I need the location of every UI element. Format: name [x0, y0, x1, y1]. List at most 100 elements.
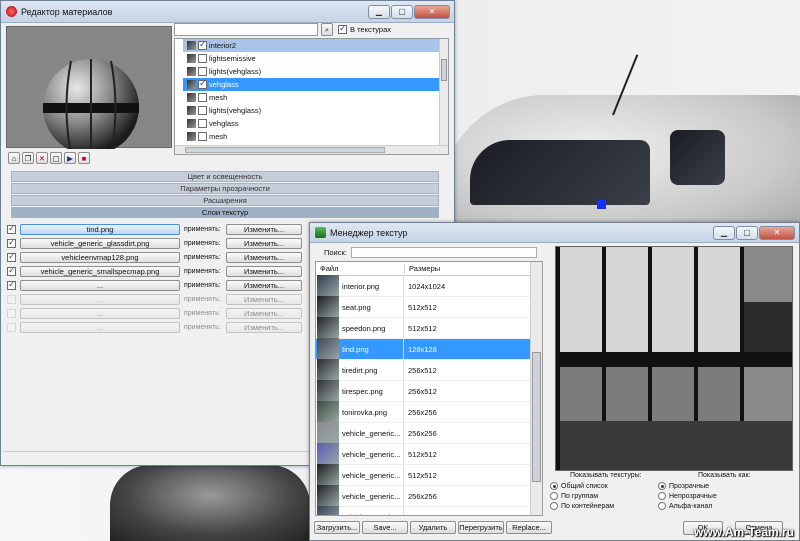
maximize-button[interactable]: ▢ — [391, 4, 413, 19]
texture-file-row[interactable]: interior.png 1024x1024 — [316, 275, 542, 297]
texture-file-row[interactable]: tind.png 128x128 — [316, 338, 542, 360]
option-transparent[interactable]: Прозрачные — [658, 481, 788, 491]
col-size-header[interactable]: Размеры — [404, 264, 456, 273]
layer-change-button[interactable]: Изменить... — [226, 251, 302, 263]
tree-item[interactable]: vehglass — [183, 78, 448, 91]
tree-item[interactable]: lights(vehglass) — [183, 65, 448, 78]
texture-file-row[interactable]: speedon.png 512x512 — [316, 317, 542, 339]
layer-texture-button[interactable]: vehicle_generic_glassdirt.png — [20, 237, 180, 249]
window-icon[interactable]: ▢ — [50, 152, 62, 164]
layer-texture-button[interactable]: ... — [20, 307, 180, 319]
radio-opaque[interactable] — [658, 492, 666, 500]
tree-item-checkbox[interactable] — [198, 93, 207, 102]
option-alpha[interactable]: Альфа-канал — [658, 501, 788, 511]
texture-file-list[interactable]: Файл Размеры interior.png 1024x1024 seat.p… — [315, 261, 543, 516]
home-icon[interactable]: ⌂ — [8, 152, 20, 164]
col-file-header[interactable]: Файл — [316, 264, 404, 273]
option-all-list[interactable]: Общий список — [550, 481, 675, 491]
texture-file-row[interactable]: vehicle_generic... 256x256 — [316, 422, 542, 444]
layer-texture-button[interactable]: ... — [20, 279, 180, 291]
load-button[interactable]: Загрузить... — [314, 521, 360, 534]
texture-file-row[interactable]: vehicle_generic...512x512 — [316, 506, 542, 515]
layer-enable-checkbox[interactable] — [7, 265, 16, 276]
tree-item[interactable]: lights(vehglass) — [183, 104, 448, 117]
material-tree[interactable]: interior2 lightsemissive lights(vehglass) v… — [174, 38, 449, 155]
option-by-groups[interactable]: По группам — [550, 491, 675, 501]
radio-all-list[interactable] — [550, 482, 558, 490]
tree-item-checkbox[interactable] — [198, 54, 207, 63]
layer-enable-checkbox[interactable] — [7, 251, 16, 262]
option-by-containers[interactable]: По контейнерам — [550, 501, 675, 511]
tree-item[interactable]: interior2 — [183, 39, 448, 52]
layer-texture-button[interactable]: tind.png — [20, 223, 180, 235]
tree-item[interactable]: lightsemissive — [183, 52, 448, 65]
tm-maximize-button[interactable]: ▢ — [736, 225, 758, 240]
delete-icon[interactable]: ✕ — [36, 152, 48, 164]
tm-close-button[interactable]: ✕ — [759, 225, 795, 240]
material-preview[interactable] — [6, 26, 172, 155]
layer-enable-checkbox[interactable] — [7, 294, 16, 304]
section-transparency[interactable]: Параметры прозрачности — [11, 183, 439, 194]
texture-file-row[interactable]: vehicle_generic...512x512 — [316, 443, 542, 465]
layer-change-button[interactable]: Изменить... — [226, 307, 302, 319]
minimize-button[interactable]: ▁ — [368, 4, 390, 19]
texture-file-row[interactable]: vehicle_generic...512x512 — [316, 464, 542, 486]
tree-item-checkbox[interactable] — [198, 67, 207, 76]
radio-by-groups[interactable] — [550, 492, 558, 500]
section-texture-layers[interactable]: Слои текстур — [11, 207, 439, 218]
layer-enable-checkbox[interactable] — [7, 279, 16, 290]
section-extensions[interactable]: Расширения — [11, 195, 439, 206]
layer-texture-button[interactable]: vehicleenvmap128.png — [20, 251, 180, 263]
material-search-input[interactable] — [174, 23, 318, 36]
texture-file-row[interactable]: vehicle_generic... 256x256 — [316, 485, 542, 507]
close-button[interactable]: ✕ — [414, 4, 450, 19]
layer-texture-button[interactable]: vehicle_generic_smallspecmap.png — [20, 265, 180, 277]
option-opaque[interactable]: Непрозрачные — [658, 491, 788, 501]
layer-enable-checkbox[interactable] — [7, 237, 16, 248]
layer-change-button[interactable]: Изменить... — [226, 237, 302, 249]
tm-search-input[interactable] — [350, 247, 537, 258]
copy-icon[interactable]: ❐ — [22, 152, 34, 164]
texture-manager-titlebar[interactable]: Менеджер текстур ▁ ▢ ✕ — [310, 223, 799, 243]
layer-change-button[interactable]: Изменить... — [226, 265, 302, 277]
layer-texture-button[interactable]: ... — [20, 293, 180, 305]
tree-item-checkbox[interactable] — [198, 106, 207, 115]
save-button[interactable]: Save... — [362, 521, 408, 534]
tree-item-checkbox[interactable] — [198, 119, 207, 128]
tm-minimize-button[interactable]: ▁ — [713, 225, 735, 240]
layer-texture-button[interactable]: ... — [20, 321, 180, 333]
palette-icon[interactable]: ■ — [78, 152, 90, 164]
tree-vscrollbar[interactable] — [439, 39, 448, 146]
layer-change-button[interactable]: Изменить... — [226, 293, 302, 305]
layer-change-button[interactable]: Изменить... — [226, 321, 302, 333]
binoculars-icon[interactable]: ⌕ — [321, 23, 333, 36]
play-icon[interactable]: ▶ — [64, 152, 76, 164]
in-textures-checkbox[interactable] — [338, 23, 347, 34]
layer-enable-checkbox[interactable] — [7, 223, 16, 234]
tree-item[interactable]: mesh — [183, 91, 448, 104]
radio-by-containers[interactable] — [550, 502, 558, 510]
replace-button[interactable]: Replace... — [506, 521, 552, 534]
layer-change-button[interactable]: Изменить... — [226, 279, 302, 291]
tree-item[interactable]: mesh — [183, 130, 448, 143]
texture-file-row[interactable]: seat.png 512x512 — [316, 296, 542, 318]
radio-alpha[interactable] — [658, 502, 666, 510]
section-colors[interactable]: Цвет и освещенность — [11, 171, 439, 182]
tree-item-checkbox[interactable] — [198, 132, 207, 141]
texture-file-row[interactable]: tonirovka.png 256x256 — [316, 401, 542, 423]
layer-change-button[interactable]: Изменить... — [226, 223, 302, 235]
layer-enable-checkbox[interactable] — [7, 322, 16, 332]
in-textures-toggle[interactable]: В текстурах — [338, 23, 391, 34]
delete-button[interactable]: Удалить — [410, 521, 456, 534]
layer-enable-checkbox[interactable] — [7, 308, 16, 318]
tree-item-checkbox[interactable] — [198, 78, 207, 89]
tree-item[interactable]: vehglass — [183, 117, 448, 130]
file-list-scrollbar[interactable] — [530, 262, 542, 515]
radio-transparent[interactable] — [658, 482, 666, 490]
material-editor-titlebar[interactable]: Редактор материалов ▁ ▢ ✕ — [1, 1, 454, 23]
texture-file-row[interactable]: tirespec.png 256x512 — [316, 380, 542, 402]
tree-hscrollbar[interactable] — [175, 145, 448, 154]
tree-item-checkbox[interactable] — [198, 39, 207, 50]
reload-button[interactable]: Перегрузить — [458, 521, 504, 534]
texture-file-row[interactable]: tiredirt.png 256x512 — [316, 359, 542, 381]
